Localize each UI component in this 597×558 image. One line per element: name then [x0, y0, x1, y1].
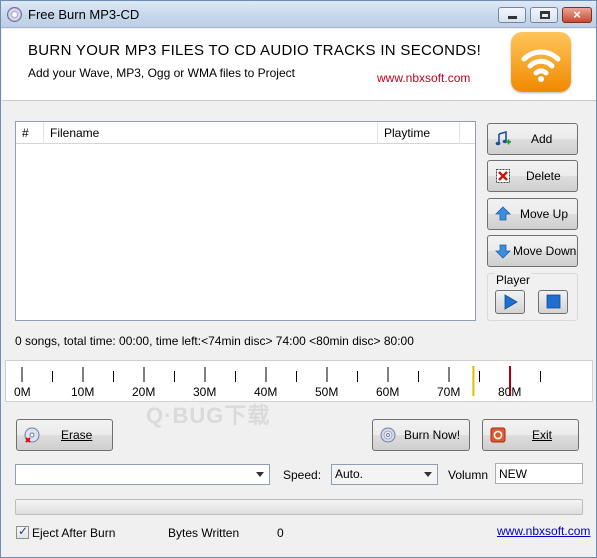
website-link[interactable]: www.nbxsoft.com	[497, 524, 590, 538]
volumn-input[interactable]	[495, 463, 583, 484]
move-up-button-label: Move Up	[520, 207, 569, 221]
window-title: Free Burn MP3-CD	[28, 7, 140, 22]
ruler-label: 10M	[71, 385, 94, 399]
exit-button[interactable]: Exit	[482, 419, 579, 451]
play-icon	[504, 294, 518, 310]
check-icon: ✓	[18, 524, 29, 538]
ruler-label: 60M	[376, 385, 399, 399]
stop-icon	[546, 294, 561, 309]
exit-button-label: Exit	[532, 428, 553, 442]
ruler-label: 40M	[254, 385, 277, 399]
minimize-icon	[508, 16, 517, 19]
erase-button[interactable]: Erase	[16, 419, 113, 451]
stop-button[interactable]	[538, 290, 568, 314]
bytes-written-value: 0	[277, 526, 284, 540]
capacity-ruler: 0M10M20M30M40M50M60M70M80M	[5, 360, 593, 402]
maximize-icon	[540, 11, 550, 19]
file-list[interactable]: # Filename Playtime	[15, 121, 476, 321]
app-window: Free Burn MP3-CD × BURN YOUR MP3 FILES T…	[0, 0, 597, 558]
move-down-button[interactable]: Move Down	[487, 235, 578, 267]
delete-button[interactable]: Delete	[487, 160, 578, 192]
banner-subline: Add your Wave, MP3, Ogg or WMA files to …	[28, 66, 295, 80]
device-select[interactable]	[15, 464, 270, 485]
move-up-button[interactable]: Move Up	[487, 198, 578, 230]
speed-label: Speed:	[283, 468, 322, 482]
player-label: Player	[495, 273, 532, 287]
status-text: 0 songs, total time: 00:00, time left:<7…	[15, 334, 414, 348]
close-icon: ×	[573, 7, 581, 22]
add-button-label: Add	[531, 132, 553, 146]
column-header-playtime[interactable]: Playtime	[378, 122, 460, 144]
banner-headline: BURN YOUR MP3 FILES TO CD AUDIO TRACKS I…	[28, 42, 482, 59]
speed-select[interactable]: Auto.	[331, 464, 438, 485]
column-header-filename[interactable]: Filename	[44, 122, 378, 144]
burn-now-button[interactable]: Burn Now!	[372, 419, 470, 451]
banner-url: www.nbxsoft.com	[377, 71, 471, 85]
ruler-label: 50M	[315, 385, 338, 399]
move-down-button-label: Move Down	[513, 244, 577, 258]
ruler-label: 30M	[193, 385, 216, 399]
exit-icon	[490, 427, 506, 443]
banner: BURN YOUR MP3 FILES TO CD AUDIO TRACKS I…	[2, 29, 596, 101]
column-header-number[interactable]: #	[16, 122, 44, 144]
eject-after-burn-label[interactable]: Eject After Burn	[32, 526, 115, 540]
minimize-button[interactable]	[498, 7, 526, 23]
delete-icon	[496, 169, 510, 183]
erase-disc-icon	[24, 427, 40, 443]
speed-select-value: Auto.	[335, 467, 364, 481]
music-note-add-icon	[495, 131, 511, 146]
chevron-down-icon	[424, 472, 432, 477]
ruler-label: 0M	[14, 385, 31, 399]
add-button[interactable]: Add	[487, 123, 578, 155]
ruler-label: 70M	[437, 385, 460, 399]
volumn-label: Volumn	[448, 468, 489, 482]
delete-button-label: Delete	[526, 169, 561, 183]
move-down-icon	[495, 244, 511, 259]
ruler-label: 20M	[132, 385, 155, 399]
maximize-button[interactable]	[530, 7, 558, 23]
burn-disc-icon	[380, 427, 396, 443]
close-button[interactable]: ×	[562, 7, 592, 23]
cd-disc-icon	[7, 7, 22, 22]
chevron-down-icon	[256, 472, 264, 477]
play-button[interactable]	[495, 290, 525, 314]
burn-progress-bar	[15, 499, 583, 515]
move-up-icon	[495, 206, 511, 221]
title-bar[interactable]: Free Burn MP3-CD ×	[1, 1, 596, 28]
burn-now-button-label: Burn Now!	[404, 428, 461, 442]
file-list-header: # Filename Playtime	[16, 122, 475, 144]
watermark: Q·BUG下载	[146, 403, 271, 428]
eject-after-burn-checkbox[interactable]: ✓	[16, 524, 29, 539]
wifi-broadcast-icon	[511, 32, 571, 92]
bytes-written-label: Bytes Written	[168, 526, 240, 540]
erase-button-label: Erase	[61, 428, 93, 442]
